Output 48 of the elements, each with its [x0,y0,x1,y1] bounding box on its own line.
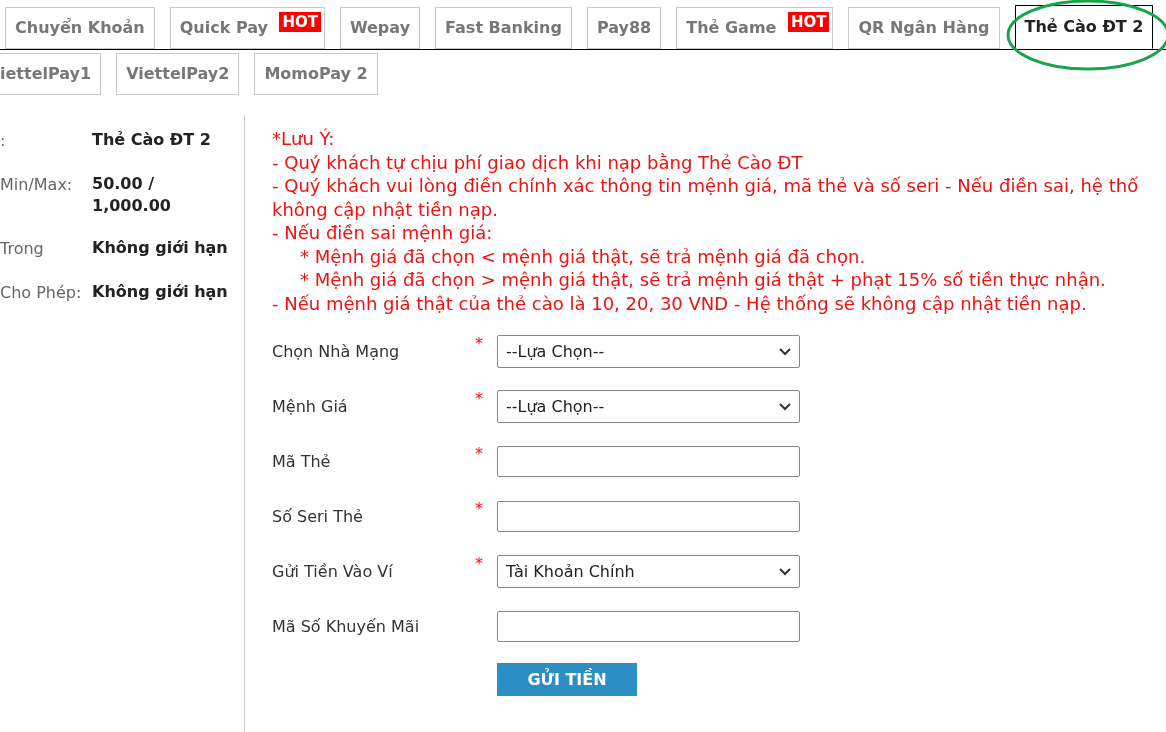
info-label: Cho Phép: [0,282,83,304]
info-value: 50.00 / 1,000.00 [92,173,172,217]
required-mark: * [475,499,483,518]
field-label: Mệnh Giá [272,395,349,418]
info-value: Thẻ Cào ĐT 2 [92,129,212,151]
tab[interactable]: QR Ngân Hàng [848,7,1000,49]
required-mark: * [475,554,483,573]
required-mark: * [475,389,483,408]
select-field[interactable]: --Lựa Chọn-- [497,335,800,368]
tab[interactable]: Fast Banking [435,7,572,49]
tab[interactable]: ViettelPay2 [116,53,240,95]
tab[interactable]: Wepay [339,7,421,49]
chevron-down-icon [779,347,791,356]
note-line: - Quý khách tự chịu phí giao dịch khi nạp bằng Thẻ Cào ĐT [272,151,803,173]
note-line: - Quý khách vui lòng điền chính xác thông tin mệnh giá, mã thẻ và số seri - Nếu điền sai, hệ thố [272,175,1139,196]
required-mark: * [475,334,483,353]
info-value: Không giới hạn [92,281,229,303]
tab[interactable]: Chuyển Khoản [5,7,155,49]
tab[interactable]: MomoPay 2 [254,53,378,95]
note-line: không cập nhật tiền nạp. [272,198,498,220]
note-line: - Nếu mệnh giá thật của thẻ cào là 10, 20, 30 VND - Hệ thống sẽ không cập nhật tiền nạp. [272,292,1087,314]
required-mark: * [475,444,483,463]
input-field[interactable] [497,501,800,532]
submit-button[interactable]: GỬI TIỀN [497,663,637,696]
field-label: Chọn Nhà Mạng [272,340,401,363]
info-value: Không giới hạn [92,237,229,259]
chevron-down-icon [779,567,791,576]
select-field[interactable]: --Lựa Chọn-- [497,390,800,423]
field-label: Số Seri Thẻ [272,505,364,528]
note-line: * Mệnh giá đã chọn > mệnh giá thật, sẽ trả mệnh giá thật + phạt 15% số tiền thực nhận. [300,269,1106,290]
input-field[interactable] [497,611,800,642]
tab[interactable]: Pay88 [586,7,662,49]
hot-badge: HOT [787,12,830,32]
hot-badge: HOT [279,12,321,32]
field-label: Gửi Tiền Vào Ví [272,560,394,583]
note-line: * Mệnh giá đã chọn < mệnh giá thật, sẽ trả mệnh giá đã chọn. [300,245,866,267]
info-label: : [0,130,7,152]
field-label: Mã Số Khuyến Mãi [272,615,421,638]
chevron-down-icon [779,402,791,411]
note-line: - Nếu điền sai mệnh giá: [272,222,493,243]
field-label: Mã Thẻ [272,450,332,473]
select-field[interactable]: Tài Khoản Chính [497,555,800,588]
tab[interactable]: iettelPay1 [0,53,102,95]
input-field[interactable] [497,446,800,477]
tab[interactable]: Thẻ Cào ĐT 2 [1014,5,1154,49]
info-label: Min/Max: [0,174,74,196]
info-label: Trong [0,238,45,260]
notes-title: *Lưu Ý: [272,127,336,151]
